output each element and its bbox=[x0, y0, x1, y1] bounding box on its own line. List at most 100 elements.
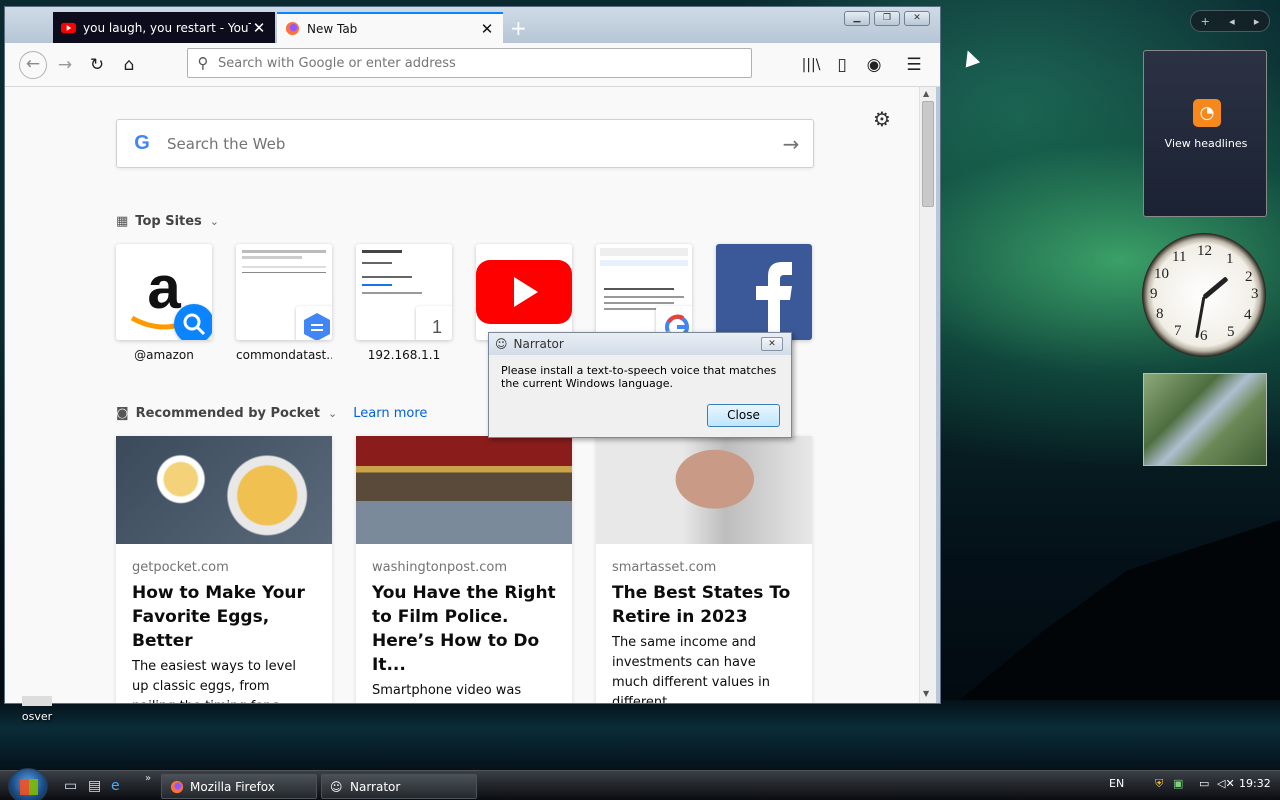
pocket-card[interactable]: smartasset.com The Best States To Retire… bbox=[596, 436, 812, 703]
desktop-icon-osver[interactable]: osver bbox=[12, 696, 62, 723]
pocket-title: Recommended by Pocket bbox=[135, 406, 321, 421]
card-source: smartasset.com bbox=[612, 560, 717, 575]
taskbar: ▭ ▤ e » Mozilla Firefox ☺ Narrator EN ⛨ … bbox=[0, 768, 1280, 800]
top-site-router[interactable]: 1 192.168.1.1 bbox=[356, 244, 452, 362]
shield-icon[interactable]: ⛨ bbox=[1155, 777, 1163, 791]
desktop-icon-label: osver bbox=[21, 710, 53, 723]
search-icon: ⚲ bbox=[197, 54, 209, 72]
youtube-favicon-icon bbox=[61, 22, 76, 34]
card-source: washingtonpost.com bbox=[372, 560, 507, 575]
chevron-down-icon[interactable]: ⌄ bbox=[328, 407, 337, 420]
tab-new-tab[interactable]: New Tab ✕ bbox=[277, 12, 503, 43]
site-initial-badge: 1 bbox=[416, 306, 452, 340]
page-scrollbar[interactable]: ▲ ▼ bbox=[919, 87, 936, 703]
nav-toolbar: ← → ↻ ⌂ ⚲ |||\ ▯ ◉ ☰ bbox=[5, 43, 940, 87]
card-excerpt: Smartphone video was critical in convict… bbox=[372, 683, 522, 698]
card-title: The Best States To Retire in 2023 bbox=[612, 583, 791, 627]
new-tab-button[interactable]: + bbox=[510, 16, 527, 40]
site-tile: 1 bbox=[356, 244, 452, 340]
site-tile bbox=[596, 244, 692, 340]
site-tile bbox=[236, 244, 332, 340]
show-desktop-icon[interactable]: ▭ bbox=[64, 778, 77, 794]
clock-number: 7 bbox=[1174, 323, 1182, 339]
facebook-logo-icon bbox=[756, 262, 792, 340]
scroll-up-icon[interactable]: ▲ bbox=[923, 89, 929, 98]
home-button[interactable]: ⌂ bbox=[117, 53, 141, 77]
narrator-icon: ☺ bbox=[495, 337, 508, 351]
internet-explorer-icon[interactable]: e bbox=[111, 778, 120, 794]
forward-button[interactable]: → bbox=[53, 53, 77, 77]
retiree-photo bbox=[596, 436, 812, 544]
account-icon[interactable]: ◉ bbox=[862, 53, 886, 77]
address-bar[interactable]: ⚲ bbox=[187, 48, 752, 78]
start-button[interactable] bbox=[8, 768, 48, 800]
tab-label: you laugh, you restart - YouTube bbox=[83, 20, 251, 35]
switch-windows-icon[interactable]: ▤ bbox=[88, 778, 101, 794]
top-site-amazon[interactable]: a @amazon bbox=[116, 244, 212, 362]
sidebar-icon[interactable]: ▯ bbox=[830, 53, 854, 77]
wallpaper-lake bbox=[0, 700, 1280, 770]
pocket-card[interactable]: washingtonpost.com You Have the Right to… bbox=[356, 436, 572, 703]
top-sites-title: Top Sites bbox=[135, 214, 202, 229]
network-icon[interactable]: ▣ bbox=[1173, 777, 1183, 790]
url-input[interactable] bbox=[218, 55, 718, 71]
tab-youtube[interactable]: you laugh, you restart - YouTube ✕ bbox=[53, 12, 275, 43]
pocket-header: ◙ Recommended by Pocket ⌄ Learn more bbox=[116, 406, 427, 421]
sidebar-controls: + ◂ ▸ bbox=[1190, 10, 1270, 32]
narrator-dialog: ☺ Narrator ✕ Please install a text-to-sp… bbox=[488, 332, 792, 438]
clock-number: 4 bbox=[1244, 307, 1252, 323]
web-search-placeholder: Search the Web bbox=[167, 134, 286, 153]
previous-icon[interactable]: ◂ bbox=[1229, 15, 1235, 28]
narrator-icon: ☺ bbox=[330, 779, 343, 794]
dialog-message: Please install a text-to-speech voice th… bbox=[501, 364, 777, 390]
eggs-photo bbox=[116, 436, 332, 544]
language-indicator[interactable]: EN bbox=[1109, 777, 1124, 790]
chevron-down-icon: ⌄ bbox=[209, 215, 220, 228]
grid-icon: ▦ bbox=[116, 214, 129, 229]
clock-number: 12 bbox=[1197, 243, 1212, 259]
add-gadget-icon[interactable]: + bbox=[1201, 15, 1210, 28]
site-label: @amazon bbox=[134, 348, 194, 362]
top-sites-header[interactable]: ▦ Top Sites ⌄ bbox=[116, 214, 219, 229]
web-search-box[interactable]: G Search the Web → bbox=[116, 119, 814, 168]
clock-number: 6 bbox=[1200, 328, 1208, 344]
taskbar-item-firefox[interactable]: Mozilla Firefox bbox=[161, 774, 317, 799]
windows-logo-icon bbox=[20, 779, 38, 795]
card-title: How to Make Your Favorite Eggs, Better bbox=[132, 583, 305, 651]
tab-close-icon[interactable]: ✕ bbox=[479, 20, 495, 38]
clock-number: 8 bbox=[1156, 306, 1164, 322]
pocket-card[interactable]: getpocket.com How to Make Your Favorite … bbox=[116, 436, 332, 703]
dialog-close-icon[interactable]: ✕ bbox=[761, 337, 783, 351]
card-excerpt: The easiest ways to level up classic egg… bbox=[132, 659, 296, 703]
minimize-button[interactable]: ▁ bbox=[844, 11, 870, 26]
google-icon: G bbox=[134, 132, 150, 154]
tab-close-icon[interactable]: ✕ bbox=[251, 19, 267, 37]
menu-icon[interactable]: ☰ bbox=[902, 53, 926, 77]
taskbar-item-narrator[interactable]: ☺ Narrator bbox=[321, 774, 477, 799]
library-icon[interactable]: |||\ bbox=[799, 53, 823, 77]
police-photo bbox=[356, 436, 572, 544]
scroll-down-icon[interactable]: ▼ bbox=[923, 689, 929, 698]
clock-time[interactable]: 19:32 bbox=[1239, 777, 1271, 790]
taskbar-item-label: Mozilla Firefox bbox=[190, 779, 275, 794]
slideshow-gadget[interactable] bbox=[1143, 373, 1267, 466]
search-submit-icon[interactable]: → bbox=[769, 132, 813, 156]
restore-button[interactable]: ❐ bbox=[874, 11, 900, 26]
pocket-icon: ◙ bbox=[116, 406, 129, 421]
window-close-button[interactable]: ✕ bbox=[904, 11, 930, 26]
overflow-chevron-icon[interactable]: » bbox=[145, 773, 151, 784]
learn-more-link[interactable]: Learn more bbox=[353, 406, 427, 421]
gear-icon[interactable]: ⚙ bbox=[873, 107, 891, 131]
volume-muted-icon[interactable]: ◁✕ bbox=[1217, 777, 1235, 790]
feed-headlines-gadget[interactable]: ◔ View headlines bbox=[1143, 50, 1267, 217]
back-button[interactable]: ← bbox=[19, 51, 47, 79]
monitor-icon[interactable]: ▭ bbox=[1199, 777, 1209, 790]
clock-gadget: 12 1 2 3 4 5 6 7 8 9 10 11 bbox=[1142, 233, 1266, 357]
magnifier-icon bbox=[174, 304, 212, 340]
top-site-commondatastorage[interactable]: commondatast... bbox=[236, 244, 332, 362]
card-excerpt: The same income and investments can have… bbox=[612, 635, 771, 703]
reload-button[interactable]: ↻ bbox=[85, 53, 109, 77]
scroll-thumb[interactable] bbox=[922, 101, 934, 207]
next-icon[interactable]: ▸ bbox=[1254, 15, 1260, 28]
close-button[interactable]: Close bbox=[707, 404, 780, 427]
